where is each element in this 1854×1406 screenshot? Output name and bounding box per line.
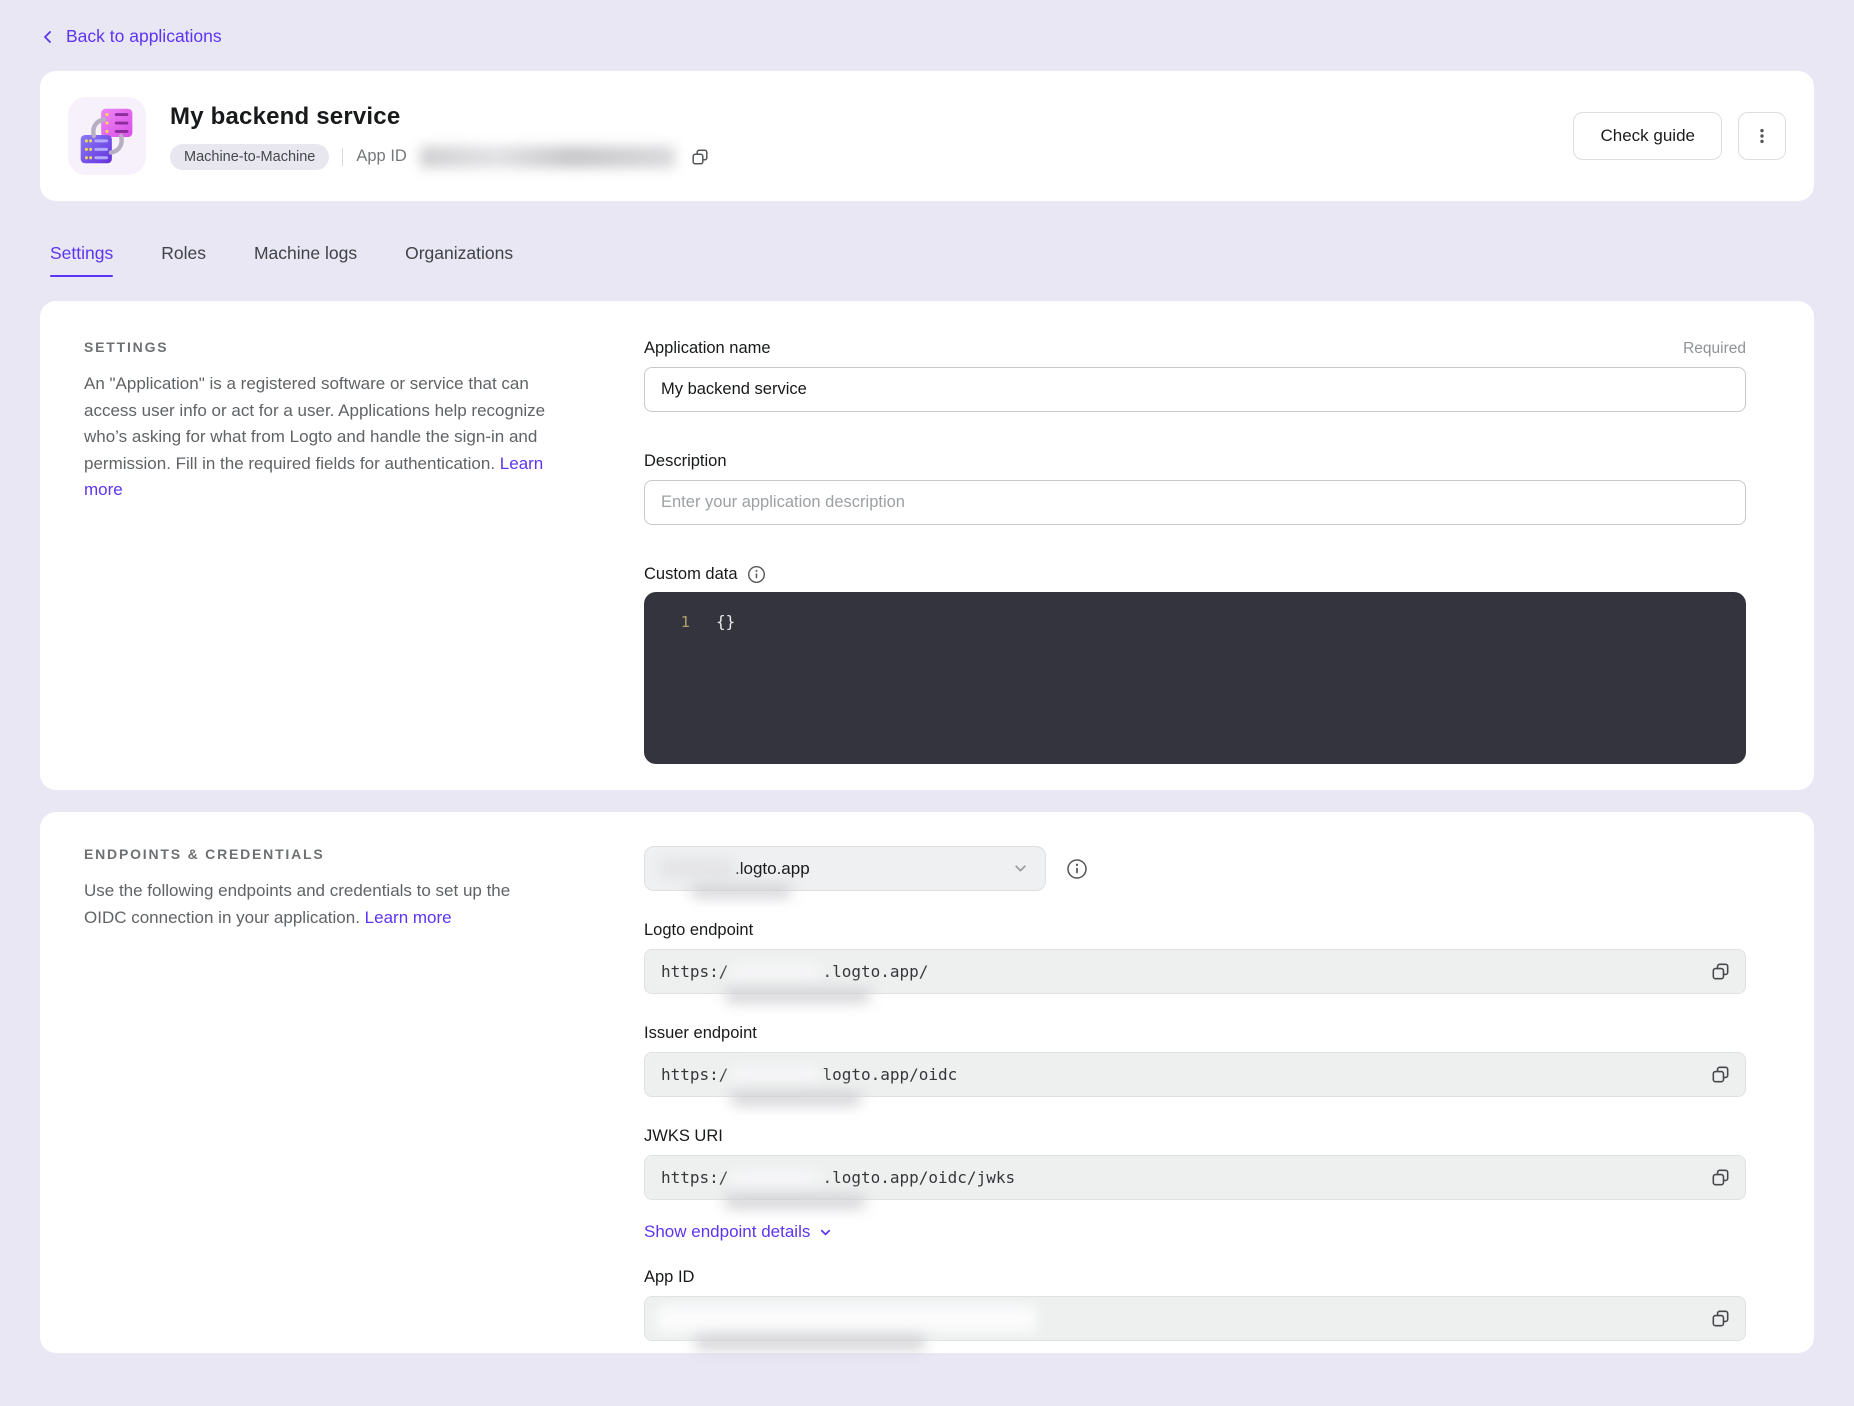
- header-actions: Check guide: [1573, 112, 1786, 160]
- chevron-down-icon: [818, 1225, 833, 1240]
- jwks-uri-value: https:/ .logto.app/oidc/jwks: [644, 1155, 1746, 1200]
- domain-select[interactable]: .logto.app: [644, 846, 1046, 891]
- app-id-redacted-value: [420, 146, 675, 168]
- back-link-label: Back to applications: [66, 26, 222, 47]
- copy-app-id-field-button[interactable]: [1703, 1302, 1737, 1336]
- app-id-field-group: App ID: [644, 1268, 1746, 1341]
- tab-settings[interactable]: Settings: [50, 243, 113, 277]
- description-label: Description: [644, 452, 727, 471]
- endpoints-form: .logto.app Logto endpoint https:/: [644, 846, 1746, 1341]
- redaction-smudge: [695, 1336, 925, 1349]
- editor-code-content: {}: [716, 610, 735, 631]
- settings-section-description: An "Application" is a registered softwar…: [84, 371, 554, 504]
- required-hint: Required: [1683, 340, 1746, 358]
- copy-logto-endpoint-button[interactable]: [1703, 955, 1737, 989]
- domain-select-row: .logto.app: [644, 846, 1746, 891]
- redacted-app-id: [657, 1306, 1037, 1332]
- app-id-label: App ID: [356, 147, 406, 166]
- custom-data-label: Custom data: [644, 565, 766, 584]
- redaction-smudge: [691, 885, 791, 897]
- back-to-applications-link[interactable]: Back to applications: [40, 26, 222, 47]
- show-endpoint-details-link[interactable]: Show endpoint details: [644, 1222, 833, 1242]
- jwks-uri-label: JWKS URI: [644, 1127, 723, 1146]
- description-input[interactable]: [644, 480, 1746, 525]
- custom-data-code-editor[interactable]: 1 {}: [644, 592, 1746, 764]
- application-name-input[interactable]: [644, 367, 1746, 412]
- endpoints-section-title: ENDPOINTS & CREDENTIALS: [84, 846, 554, 862]
- domain-suffix: .logto.app: [735, 859, 810, 879]
- redaction-smudge: [725, 989, 870, 1002]
- application-header-info: My backend service Machine-to-Machine Ap…: [170, 103, 1573, 170]
- app-id-field-value: [644, 1296, 1746, 1341]
- tab-roles[interactable]: Roles: [161, 243, 206, 277]
- chevron-down-icon: [1012, 860, 1029, 877]
- endpoints-learn-more-link[interactable]: Learn more: [365, 908, 452, 927]
- tab-organizations[interactable]: Organizations: [405, 243, 513, 277]
- jwks-uri-group: JWKS URI https:/ .logto.app/oidc/jwks: [644, 1127, 1746, 1200]
- redacted-segment: [730, 1066, 820, 1084]
- more-actions-button[interactable]: [1738, 112, 1786, 160]
- application-meta-row: Machine-to-Machine App ID: [170, 144, 1573, 170]
- copy-issuer-endpoint-button[interactable]: [1703, 1058, 1737, 1092]
- redacted-segment: [730, 1169, 820, 1187]
- tab-machine-logs[interactable]: Machine logs: [254, 243, 357, 277]
- endpoints-credentials-card: ENDPOINTS & CREDENTIALS Use the followin…: [40, 812, 1814, 1353]
- logto-endpoint-value: https:/ .logto.app/: [644, 949, 1746, 994]
- endpoints-section-description: Use the following endpoints and credenti…: [84, 878, 554, 931]
- app-id-field-label: App ID: [644, 1268, 694, 1287]
- settings-section-intro: SETTINGS An "Application" is a registere…: [84, 339, 554, 764]
- redacted-segment: [730, 963, 820, 981]
- application-name-label: Application name: [644, 339, 771, 358]
- domain-redacted-prefix: [661, 860, 733, 877]
- copy-jwks-uri-button[interactable]: [1703, 1161, 1737, 1195]
- redaction-smudge: [725, 1195, 865, 1208]
- copy-icon: [691, 148, 709, 166]
- issuer-endpoint-label: Issuer endpoint: [644, 1024, 757, 1043]
- custom-data-group: Custom data 1 {}: [644, 565, 1746, 764]
- logto-endpoint-group: Logto endpoint https:/ .logto.app/: [644, 921, 1746, 994]
- check-guide-button[interactable]: Check guide: [1573, 112, 1722, 160]
- description-group: Description: [644, 452, 1746, 525]
- application-header-card: My backend service Machine-to-Machine Ap…: [40, 71, 1814, 201]
- settings-form: Application name Required Description Cu…: [644, 339, 1746, 764]
- info-icon[interactable]: [1066, 858, 1088, 880]
- endpoints-section-intro: ENDPOINTS & CREDENTIALS Use the followin…: [84, 846, 554, 1341]
- editor-line-number: 1: [644, 610, 690, 631]
- info-icon[interactable]: [747, 565, 766, 584]
- issuer-endpoint-value: https:/ logto.app/oidc: [644, 1052, 1746, 1097]
- kebab-menu-icon: [1753, 127, 1771, 145]
- tab-bar: Settings Roles Machine logs Organization…: [40, 243, 1814, 277]
- issuer-endpoint-group: Issuer endpoint https:/ logto.app/oidc: [644, 1024, 1746, 1097]
- copy-app-id-button[interactable]: [688, 145, 712, 169]
- settings-section-title: SETTINGS: [84, 339, 554, 355]
- logto-endpoint-label: Logto endpoint: [644, 921, 753, 940]
- machine-to-machine-app-icon: [68, 97, 146, 175]
- application-name-group: Application name Required: [644, 339, 1746, 412]
- application-title: My backend service: [170, 103, 1573, 131]
- meta-divider: [342, 148, 343, 166]
- app-type-badge: Machine-to-Machine: [170, 144, 329, 170]
- chevron-left-icon: [40, 29, 56, 45]
- redaction-smudge: [731, 1092, 861, 1105]
- settings-card: SETTINGS An "Application" is a registere…: [40, 301, 1814, 790]
- application-details-page: Back to applications: [0, 0, 1854, 1353]
